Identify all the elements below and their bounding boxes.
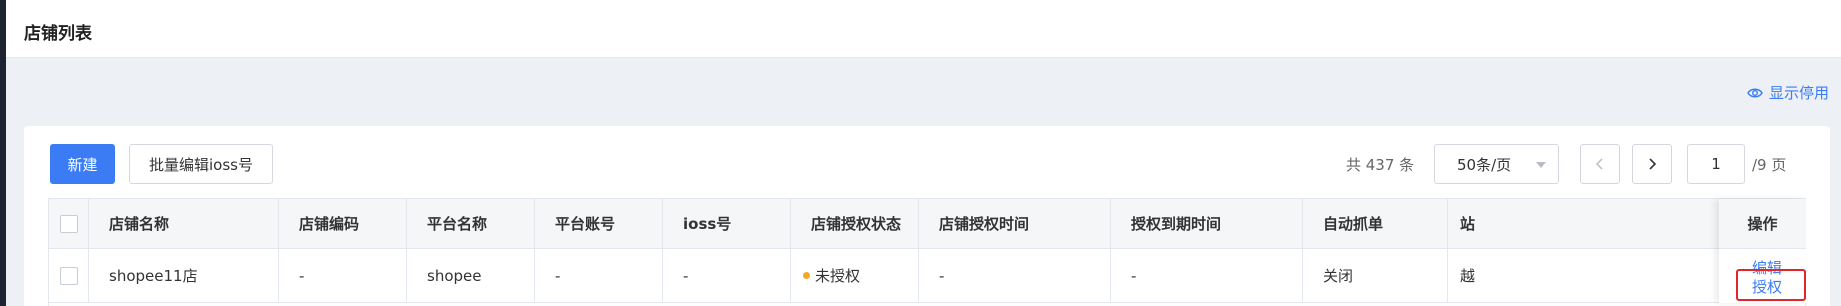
ioss-cell: -	[663, 249, 791, 302]
header-select-all-cell	[49, 199, 89, 248]
column-header[interactable]: 站	[1448, 199, 1728, 248]
page-title: 店铺列表	[24, 24, 92, 44]
column-header[interactable]: 店铺名称	[89, 199, 279, 248]
new-button[interactable]: 新建	[50, 144, 115, 184]
shop-name-cell: shopee11店	[89, 249, 279, 302]
column-header[interactable]: 平台账号	[535, 199, 663, 248]
auth-status-text: 未授权	[815, 267, 861, 285]
column-header-actions: 操作	[1719, 199, 1806, 249]
show-disabled-toggle[interactable]: 显示停用	[1747, 82, 1829, 103]
page-header: 店铺列表	[6, 0, 1841, 58]
column-header[interactable]: 授权到期时间	[1111, 199, 1303, 248]
table-row: shopee11店 - shopee - - 未授权 - - 关闭 越	[49, 249, 1805, 303]
expire-time-cell: -	[1111, 249, 1303, 302]
next-page-button[interactable]	[1632, 144, 1672, 184]
auto-fetch-cell: 关闭	[1303, 249, 1448, 302]
status-dot-icon	[803, 272, 810, 279]
batch-edit-ioss-button[interactable]: 批量编辑ioss号	[129, 144, 273, 184]
prev-page-button[interactable]	[1580, 144, 1620, 184]
page-number-input[interactable]	[1687, 144, 1745, 184]
actions-column: 操作 编辑 授权	[1719, 199, 1806, 303]
caret-down-icon	[1536, 162, 1546, 168]
total-count: 共 437 条	[1346, 155, 1415, 174]
shop-code-cell: -	[279, 249, 407, 302]
column-header[interactable]: 自动抓单	[1303, 199, 1448, 248]
auth-time-cell: -	[919, 249, 1111, 302]
page-size-value: 50条/页	[1457, 155, 1512, 174]
authorize-highlight-box	[1736, 269, 1806, 301]
total-pages: /9 页	[1752, 155, 1787, 174]
platform-account-cell: -	[535, 249, 663, 302]
row-select-cell	[49, 249, 89, 302]
row-checkbox[interactable]	[60, 266, 78, 285]
chevron-right-icon	[1649, 158, 1657, 170]
column-header[interactable]: ioss号	[663, 199, 791, 248]
page-size-select[interactable]: 50条/页	[1434, 144, 1559, 184]
chevron-left-icon	[1595, 158, 1603, 170]
shop-list-card: 新建 批量编辑ioss号 共 437 条 50条/页 /9 页 店铺名称 店铺编…	[24, 126, 1830, 306]
auth-status-cell: 未授权	[791, 249, 919, 302]
column-header[interactable]: 店铺编码	[279, 199, 407, 248]
shop-table: 店铺名称 店铺编码 平台名称 平台账号 ioss号 店铺授权状态 店铺授权时间 …	[48, 198, 1806, 306]
column-header[interactable]: 店铺授权状态	[791, 199, 919, 248]
actions-cell: 编辑 授权	[1719, 249, 1806, 303]
table-header: 店铺名称 店铺编码 平台名称 平台账号 ioss号 店铺授权状态 店铺授权时间 …	[49, 199, 1805, 249]
show-disabled-label: 显示停用	[1768, 84, 1829, 102]
column-header[interactable]: 店铺授权时间	[919, 199, 1111, 248]
column-header[interactable]: 平台名称	[407, 199, 535, 248]
eye-icon	[1747, 88, 1763, 97]
site-cell: 越	[1448, 249, 1728, 302]
platform-name-cell: shopee	[407, 249, 535, 302]
select-all-checkbox[interactable]	[60, 214, 78, 233]
